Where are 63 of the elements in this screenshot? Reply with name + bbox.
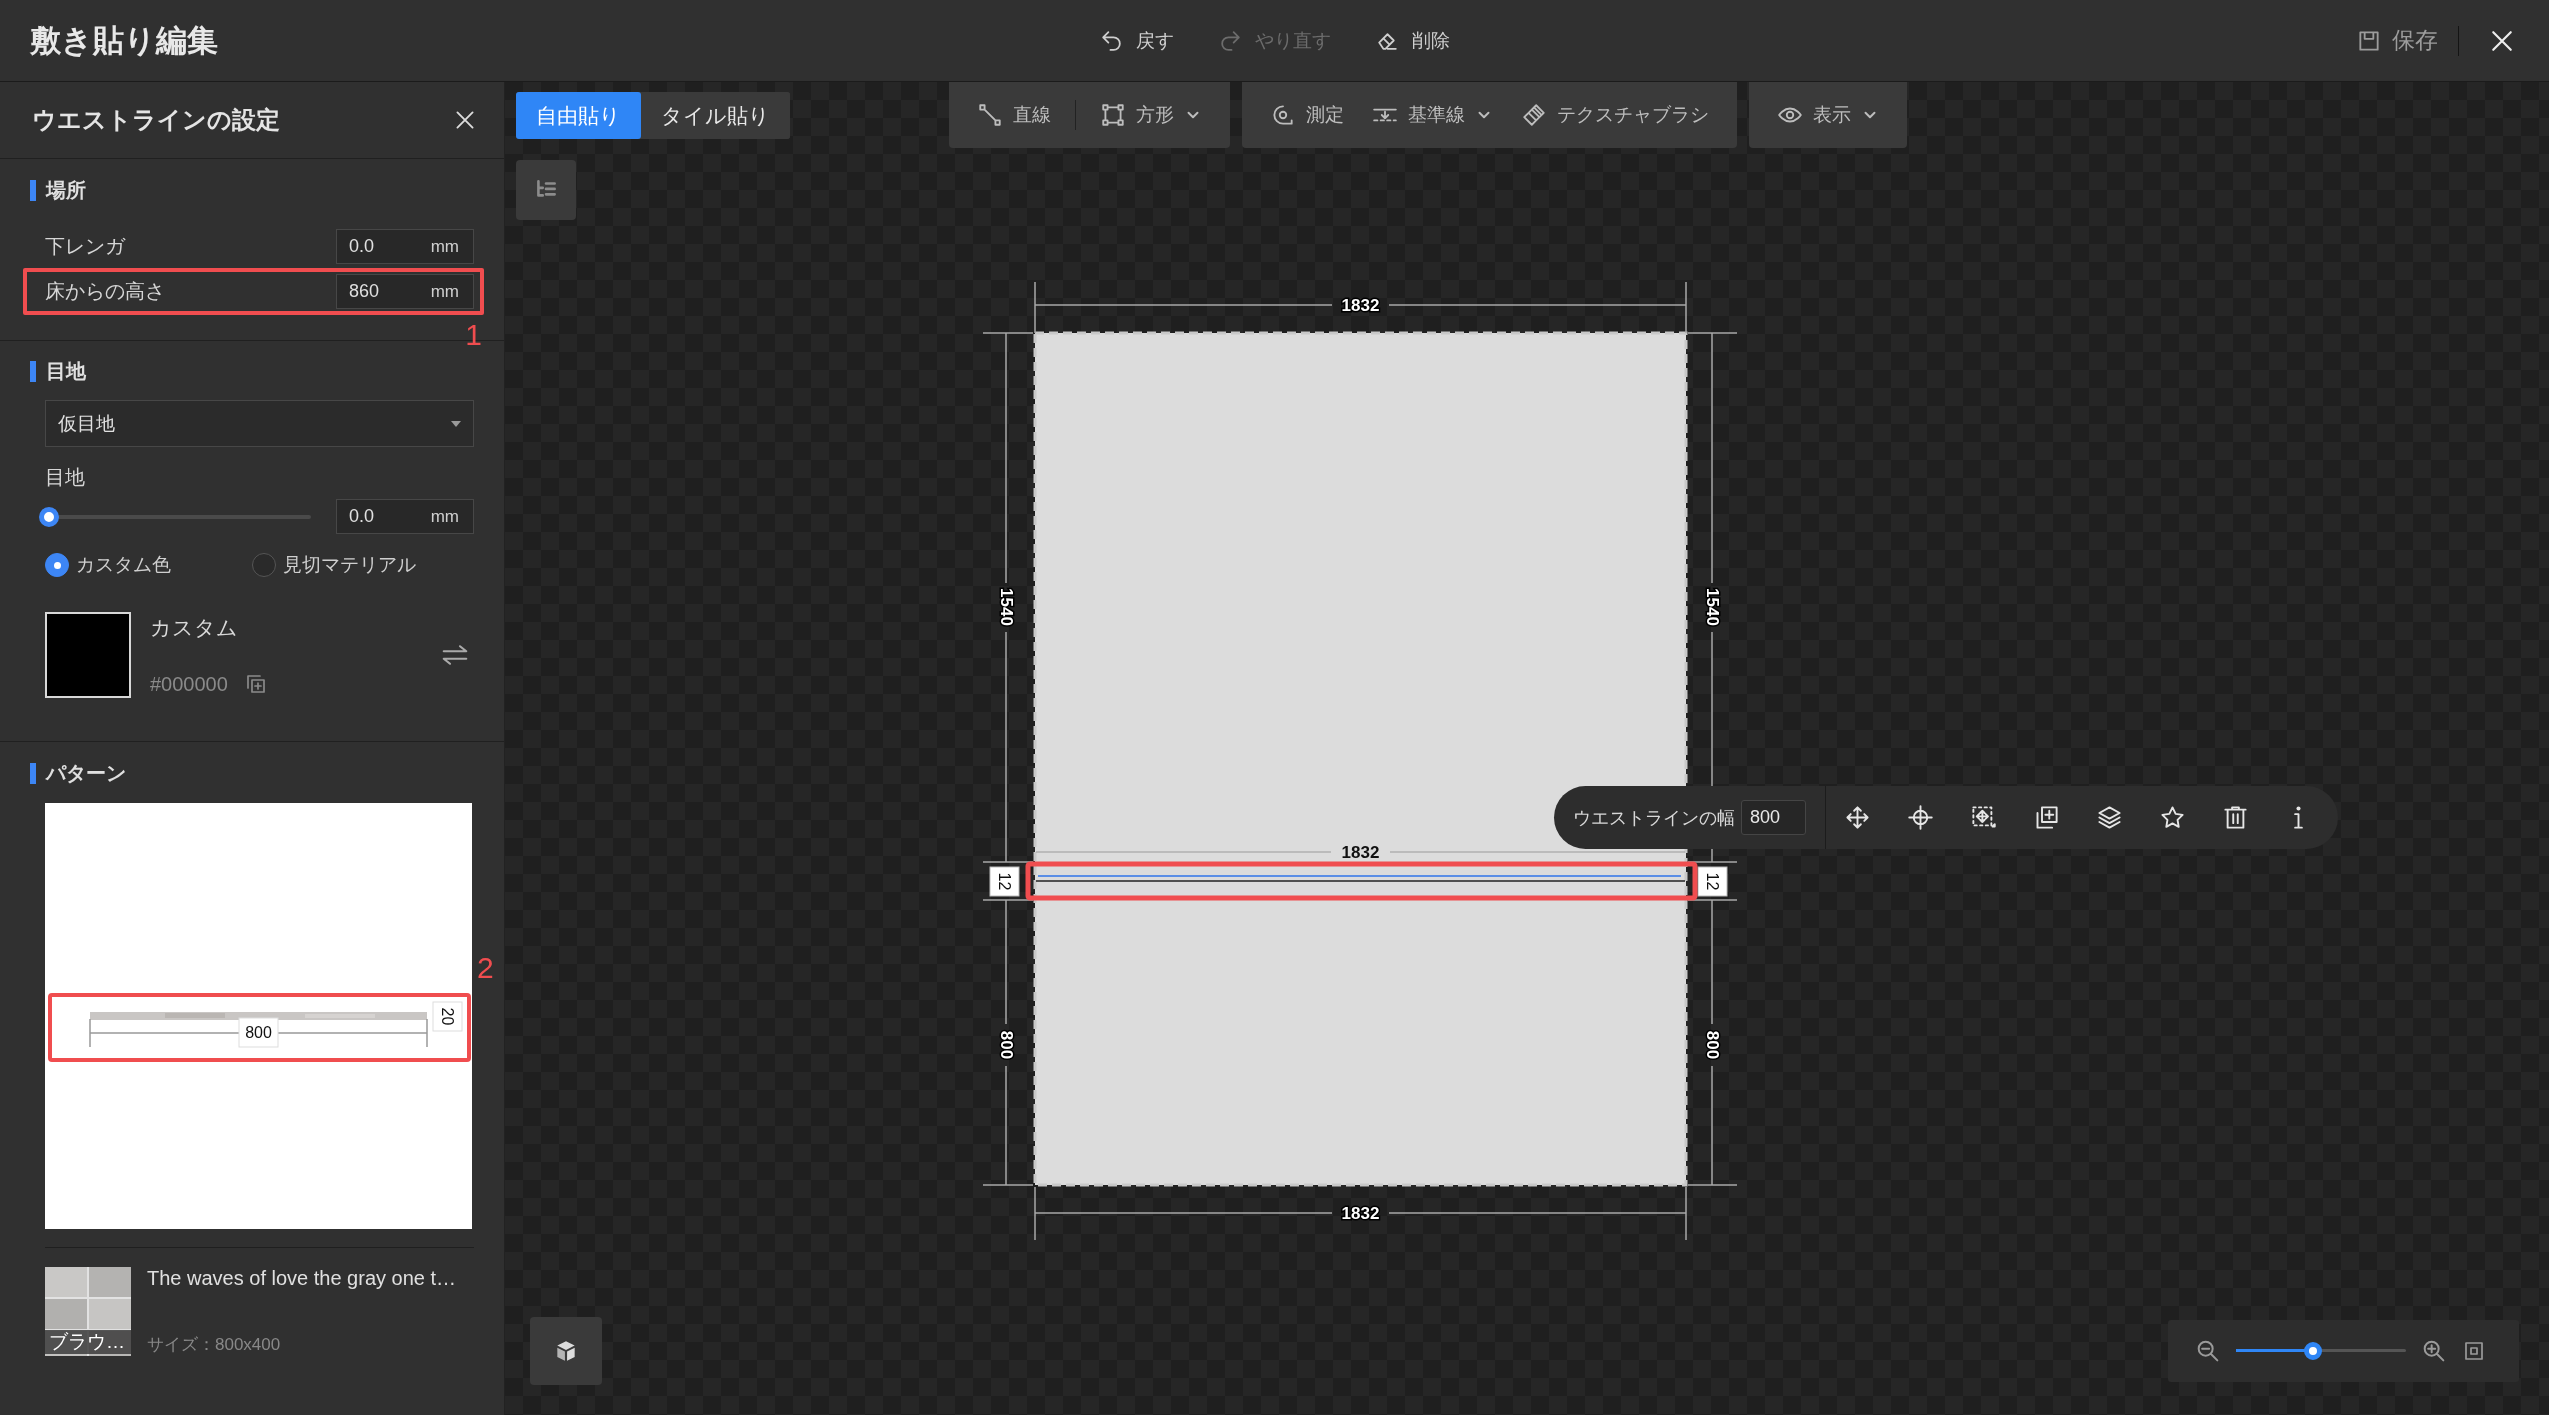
tool-button[interactable]: 測定 xyxy=(1256,100,1358,130)
layers-icon xyxy=(2096,804,2123,831)
material-size: サイズ：800x400 xyxy=(147,1334,282,1356)
number-field[interactable]: 0.0 mm xyxy=(336,499,474,534)
section-heading: 場所 xyxy=(46,177,86,203)
dimension-label: 800 xyxy=(1702,1030,1722,1060)
dimension-label: 20 xyxy=(432,1001,463,1032)
color-name: カスタム xyxy=(150,615,239,641)
section-marker xyxy=(30,179,36,201)
field-label: 下レンガ xyxy=(45,234,125,259)
width-field[interactable]: 800 xyxy=(1741,800,1806,835)
annotation-number: 1 xyxy=(465,320,482,350)
tool-button[interactable]: テクスチャブラシ xyxy=(1507,100,1723,130)
dimension-label: 1832 xyxy=(1341,295,1380,315)
field-label: ウエストラインの幅 xyxy=(1573,806,1735,830)
section-heading: パターン xyxy=(46,760,126,786)
star-icon xyxy=(2159,804,2186,831)
move-icon xyxy=(1844,804,1871,831)
zoom-slider[interactable] xyxy=(2236,1342,2406,1360)
fit-screen-button[interactable] xyxy=(2462,1339,2486,1363)
undo-icon xyxy=(1099,28,1124,53)
thumbnail-caption: ブラウ… xyxy=(45,1330,131,1354)
dimension-label: 1540 xyxy=(1702,588,1722,626)
section-heading: 目地 xyxy=(46,358,86,384)
height-label: 12 xyxy=(1697,866,1728,897)
radio-option[interactable]: 見切マテリアル xyxy=(252,552,459,578)
layer-list-button[interactable] xyxy=(516,160,576,220)
tool-button[interactable]: 直線 xyxy=(963,100,1076,130)
section-marker xyxy=(30,762,36,784)
field-label: 床からの高さ xyxy=(45,279,165,304)
height-label: 12 xyxy=(989,866,1020,897)
crosshair-icon xyxy=(1907,804,1934,831)
number-field[interactable]: 0.0 mm xyxy=(336,229,474,264)
color-swatch[interactable] xyxy=(45,612,131,698)
dimension-label: 1832 xyxy=(1341,1203,1380,1223)
line-icon xyxy=(977,102,1003,128)
dimension-label: 800 xyxy=(996,1030,1016,1060)
panel-title: ウエストラインの設定 xyxy=(32,105,280,135)
trash-icon xyxy=(2222,804,2249,831)
number-field[interactable]: 860 mm xyxy=(336,274,474,309)
joint-width-slider[interactable] xyxy=(39,506,311,527)
save-button[interactable]: 保存 xyxy=(2354,21,2440,60)
dimension-label: 800 xyxy=(238,1017,279,1048)
erase-button[interactable]: 削除 xyxy=(1373,23,1452,58)
tool-button[interactable]: 方形 xyxy=(1076,100,1216,130)
dimension-label: 1832 xyxy=(1341,842,1380,862)
window-title: 敷き貼り編集 xyxy=(30,21,218,60)
joint-type-dropdown[interactable]: 仮目地 xyxy=(45,400,474,447)
3d-view-button[interactable] xyxy=(530,1317,602,1385)
annotation-number: 2 xyxy=(477,953,494,983)
dimension-label: 1540 xyxy=(996,588,1016,626)
brush-icon xyxy=(1521,102,1547,128)
mode-tab[interactable]: 自由貼り xyxy=(516,92,641,139)
redo-icon xyxy=(1218,28,1243,53)
field-label: 目地 xyxy=(44,465,86,489)
radio-option[interactable]: カスタム色 xyxy=(45,552,252,578)
section-marker xyxy=(30,360,36,382)
fit-screen-icon xyxy=(2462,1339,2486,1363)
tool-button[interactable]: 表示 xyxy=(1763,100,1893,130)
color-code: #000000 xyxy=(150,672,228,696)
material-name: The waves of love the gray one t… xyxy=(147,1267,457,1290)
undo-button[interactable]: 戻す xyxy=(1097,23,1176,58)
tool-button[interactable]: 基準線 xyxy=(1358,100,1507,130)
